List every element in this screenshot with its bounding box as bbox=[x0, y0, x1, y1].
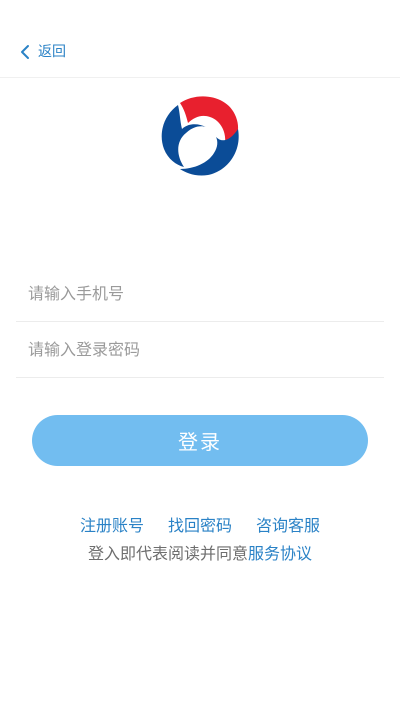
back-button[interactable]: 返回 bbox=[18, 43, 66, 61]
agreement-prefix: 登入即代表阅读并同意 bbox=[87, 544, 248, 563]
phone-field-wrapper bbox=[16, 266, 384, 322]
phone-input[interactable] bbox=[16, 266, 384, 321]
login-button[interactable]: 登录 bbox=[32, 415, 368, 466]
register-link[interactable]: 注册账号 bbox=[80, 516, 144, 536]
brand-logo bbox=[161, 96, 239, 176]
auth-links: 注册账号 找回密码 咨询客服 bbox=[0, 516, 400, 536]
terms-link[interactable]: 服务协议 bbox=[248, 544, 312, 563]
chevron-left-icon bbox=[21, 45, 29, 59]
password-input[interactable] bbox=[16, 322, 384, 377]
login-page: 返回 登录 注册账号 找回密码 咨询客服 登入即代表阅读并同意服务协议 bbox=[0, 0, 400, 711]
top-bar: 返回 bbox=[0, 0, 400, 78]
agreement-text: 登入即代表阅读并同意服务协议 bbox=[0, 544, 400, 564]
support-link[interactable]: 咨询客服 bbox=[256, 516, 320, 536]
forgot-password-link[interactable]: 找回密码 bbox=[168, 516, 232, 536]
password-field-wrapper bbox=[16, 322, 384, 378]
back-label: 返回 bbox=[38, 44, 66, 60]
